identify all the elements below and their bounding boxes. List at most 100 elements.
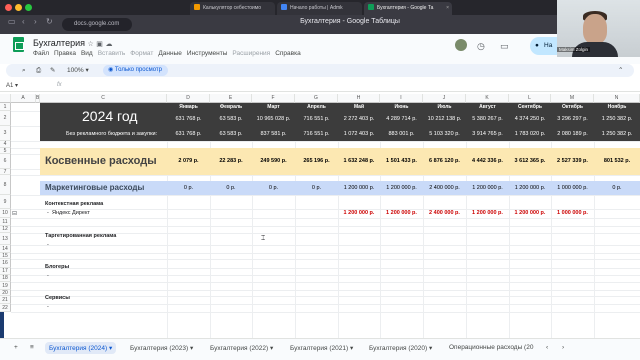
chevron-up-icon[interactable]: ⌃ [618,64,623,77]
sheet-tab-2024[interactable]: Бухгалтерия (2024) ▾ [45,342,117,354]
total-value-cell[interactable]: 10 212 138 р. [423,116,466,122]
meet-icon[interactable]: ▭ [500,41,509,52]
yandex-value-cell[interactable]: 1 000 000 р. [551,210,594,216]
collapse-group-icon[interactable]: ⊟ [12,210,17,217]
column-header[interactable]: K [466,94,509,103]
document-title[interactable]: Бухгалтерия ☆ ▣ ☁ [33,38,112,48]
menu-view[interactable]: Вид [81,50,93,57]
indirect-value-cell[interactable]: 265 196 р. [295,158,338,164]
total-value-cell[interactable]: 3 296 297 р. [551,116,594,122]
marketing-value-cell[interactable]: 0 р. [594,185,640,191]
column-header[interactable]: D [167,94,210,103]
row-header[interactable]: 8 [0,175,11,195]
no-budget-value-cell[interactable]: 631 768 р. [167,131,210,137]
row-header[interactable]: 6 [0,154,11,169]
sheet-tab-2023[interactable]: Бухгалтерия (2023) ▾ [130,344,193,352]
close-tab-icon[interactable]: × [446,2,449,15]
no-budget-value-cell[interactable]: 837 581 р. [252,131,295,137]
indirect-value-cell[interactable]: 1 501 433 р. [380,158,423,164]
sheet-tab-2021[interactable]: Бухгалтерия (2021) ▾ [290,344,353,352]
row-header[interactable]: 22 [0,304,11,312]
sheet-tab-2020[interactable]: Бухгалтерия (2020) ▾ [369,344,432,352]
forward-icon[interactable]: › [34,17,37,26]
name-box[interactable]: A1 ▾ [6,82,18,89]
total-value-cell[interactable]: 4 374 250 р. [509,116,551,122]
no-budget-value-cell[interactable]: 5 103 320 р. [423,131,466,137]
marketing-value-cell[interactable]: 1 200 000 р. [509,185,551,191]
menu-data[interactable]: Данные [158,50,181,57]
total-value-cell[interactable]: 716 551 р. [295,116,338,122]
yandex-value-cell[interactable]: 2 400 000 р. [423,210,466,216]
browser-tab-active[interactable]: Бухгалтерия - Google Та × [364,2,452,15]
sheet-tab-operating[interactable]: Операционные расходы (20 [449,344,533,351]
select-all-corner[interactable] [0,94,11,103]
column-header[interactable]: H [338,94,380,103]
view-only-badge[interactable]: ◉ Только просмотр [103,65,168,76]
indirect-value-cell[interactable]: 6 876 120 р. [423,158,466,164]
menu-tools[interactable]: Инструменты [187,50,228,57]
marketing-value-cell[interactable]: 2 400 000 р. [423,185,466,191]
search-menus-icon[interactable]: ⌕ [22,64,26,77]
no-budget-value-cell[interactable]: 883 001 р. [380,131,423,137]
row-header[interactable]: 17 [0,268,11,275]
scroll-left-icon[interactable]: ‹ [546,344,548,351]
column-header[interactable]: A [11,94,36,103]
total-value-cell[interactable]: 63 583 р. [210,116,252,122]
total-value-cell[interactable]: 4 289 714 р. [380,116,423,122]
indirect-value-cell[interactable]: 249 590 р. [252,158,295,164]
row-header[interactable]: 3 [0,126,11,141]
yandex-value-cell[interactable]: 1 200 000 р. [509,210,551,216]
marketing-value-cell[interactable]: 0 р. [295,185,338,191]
scroll-right-icon[interactable]: › [562,344,564,351]
marketing-value-cell[interactable]: 1 200 000 р. [466,185,509,191]
browser-tab[interactable]: Начало работы | Admk [277,2,362,15]
marketing-value-cell[interactable]: 1 200 000 р. [380,185,423,191]
row-header[interactable]: 21 [0,296,11,304]
indirect-value-cell[interactable]: 801 532 р. [594,158,640,164]
collaborator-avatar[interactable] [455,39,467,51]
yandex-value-cell[interactable]: 1 200 000 р. [338,210,380,216]
indirect-value-cell[interactable]: 2 079 р. [167,158,210,164]
indirect-value-cell[interactable]: 3 612 365 р. [509,158,551,164]
row-header[interactable]: 11 [0,218,11,226]
total-value-cell[interactable]: 631 768 р. [167,116,210,122]
add-sheet-icon[interactable]: + [14,344,18,351]
no-budget-value-cell[interactable]: 1 072 403 р. [338,131,380,137]
no-budget-value-cell[interactable]: 716 551 р. [295,131,338,137]
back-icon[interactable]: ‹ [22,17,25,26]
column-header[interactable]: G [295,94,338,103]
row-header[interactable]: 9 [0,195,11,209]
menu-edit[interactable]: Правка [54,50,76,57]
row-header[interactable]: 4 [0,141,11,148]
no-budget-value-cell[interactable]: 63 583 р. [210,131,252,137]
total-value-cell[interactable]: 1 250 382 р. [594,116,640,122]
close-window-icon[interactable] [5,4,12,11]
column-header[interactable]: C [40,94,167,103]
zoom-select[interactable]: 100% ▾ [67,64,89,77]
move-folder-icon[interactable]: ▣ [96,41,103,48]
row-header[interactable]: 19 [0,282,11,290]
row-header[interactable]: 2 [0,111,11,126]
column-header[interactable]: F [252,94,295,103]
row-header[interactable]: 12 [0,226,11,233]
column-header[interactable]: J [423,94,466,103]
indirect-value-cell[interactable]: 2 527 339 р. [551,158,594,164]
yandex-value-cell[interactable]: 1 200 000 р. [466,210,509,216]
row-header[interactable]: 1 [0,103,11,111]
row-header[interactable]: 16 [0,259,11,268]
total-value-cell[interactable]: 2 272 403 р. [338,116,380,122]
sheets-logo-icon[interactable] [13,37,24,52]
indirect-value-cell[interactable]: 22 283 р. [210,158,252,164]
yandex-value-cell[interactable]: 1 200 000 р. [380,210,423,216]
no-budget-value-cell[interactable]: 2 080 189 р. [551,131,594,137]
indirect-value-cell[interactable]: 4 442 336 р. [466,158,509,164]
browser-tab[interactable]: Калькулятор себестоимо [190,2,275,15]
menu-insert[interactable]: Вставить [98,50,126,57]
paint-format-icon[interactable]: ✎ [50,64,55,77]
url-field[interactable]: docs.google.com [62,18,132,31]
no-budget-value-cell[interactable]: 1 783 020 р. [509,131,551,137]
maximize-window-icon[interactable] [25,4,32,11]
row-header[interactable]: 14 [0,245,11,253]
no-budget-value-cell[interactable]: 3 914 765 р. [466,131,509,137]
marketing-value-cell[interactable]: 1 200 000 р. [338,185,380,191]
